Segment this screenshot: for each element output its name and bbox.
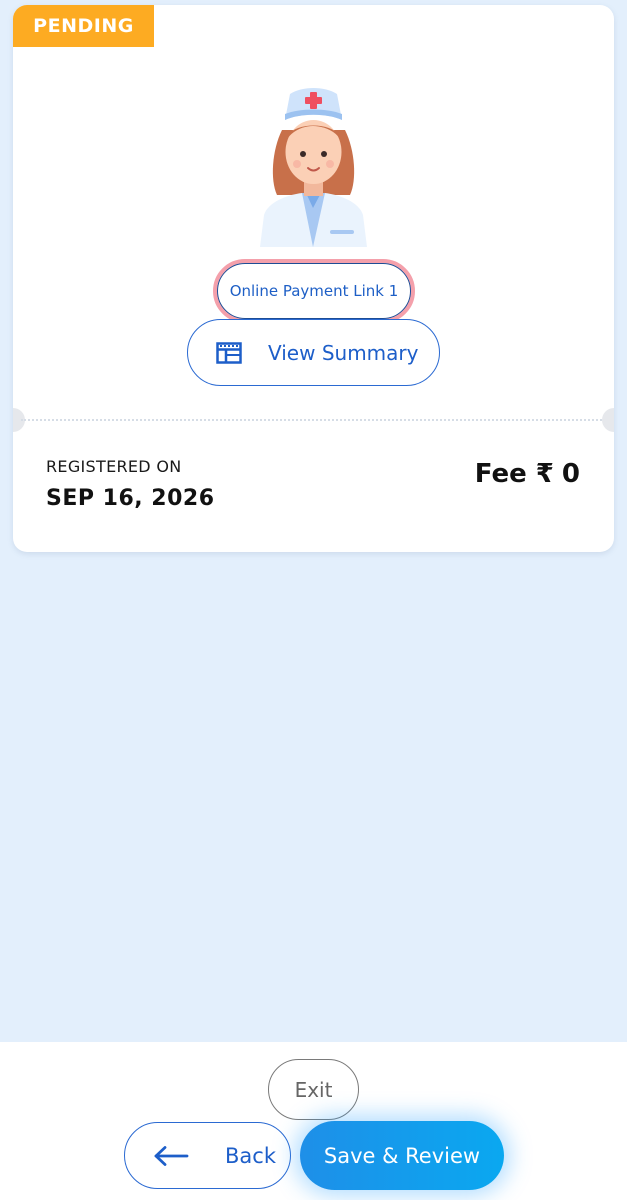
table-icon (216, 341, 242, 364)
registered-on-label: REGISTERED ON (46, 457, 182, 476)
payment-link-badge[interactable]: Online Payment Link 1 (213, 259, 415, 323)
back-label: Back (225, 1143, 276, 1168)
fee-amount: Fee ₹0 (475, 459, 580, 489)
ticket-notch-right (602, 408, 614, 432)
nurse-avatar-icon (260, 88, 367, 247)
view-summary-button[interactable]: View Summary (187, 319, 440, 386)
exit-button[interactable]: Exit (268, 1059, 359, 1120)
view-summary-label: View Summary (268, 340, 419, 365)
status-badge: PENDING (13, 5, 154, 47)
fee-label: Fee ₹ (474, 459, 554, 489)
registered-date: SEP 16, 2026 (46, 486, 215, 511)
ticket-divider (21, 419, 606, 421)
back-button[interactable]: Back (124, 1122, 291, 1189)
payment-link-label: Online Payment Link 1 (217, 263, 411, 319)
arrow-left-icon (154, 1145, 189, 1166)
registration-card: PENDING Online Payment Link 1 View Summa… (13, 5, 614, 552)
save-and-review-button[interactable]: Save & Review (300, 1121, 504, 1190)
fee-value: 0 (561, 459, 580, 489)
